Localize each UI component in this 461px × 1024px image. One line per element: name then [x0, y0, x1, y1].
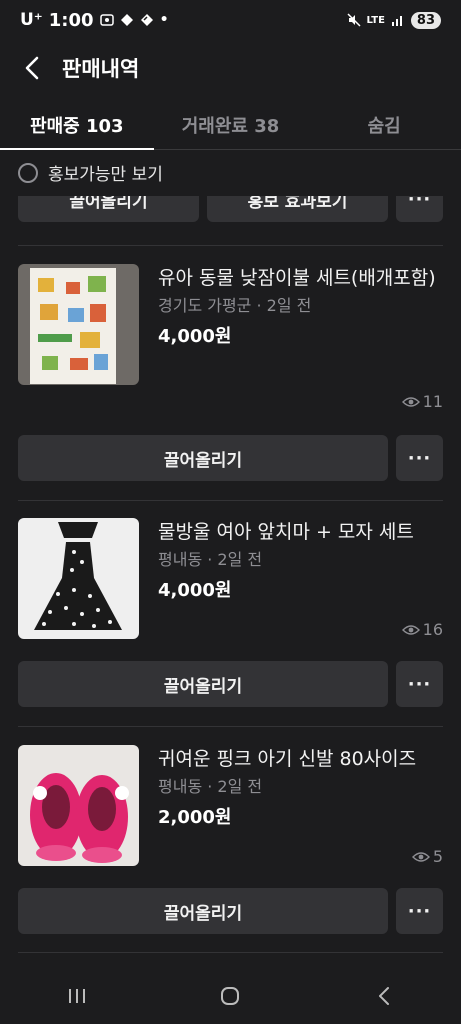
- previous-item-actions: 끌어올리기 홍보 효과보기 ···: [18, 196, 443, 222]
- bump-button[interactable]: 끌어올리기: [18, 435, 388, 481]
- item-actions: 끌어올리기 ···: [18, 661, 443, 707]
- item-title[interactable]: 유아 동물 낮잠이불 세트(배개포함): [158, 264, 443, 292]
- eye-icon: [401, 396, 420, 407]
- item-info: 귀여운 핑크 아기 신발 80사이즈 평내동 · 2일 전 2,000원: [158, 745, 443, 829]
- item-price: 4,000원: [158, 326, 232, 347]
- item-price: 4,000원: [158, 580, 232, 601]
- chevron-left-icon: [25, 56, 39, 80]
- diamond-outline-icon: [140, 14, 153, 26]
- view-count: 16: [401, 620, 443, 639]
- carrier-label: U⁺: [20, 10, 43, 30]
- bump-button[interactable]: 끌어올리기: [18, 661, 388, 707]
- item-info: 물방울 여아 앞치마 + 모자 세트 평내동 · 2일 전 4,000원: [158, 518, 443, 602]
- shoes-photo: [18, 745, 139, 866]
- view-count-value: 5: [432, 847, 443, 866]
- dot-icon: •: [159, 12, 169, 28]
- bump-button[interactable]: 끌어올리기: [18, 888, 388, 934]
- filter-radio[interactable]: [18, 162, 38, 183]
- item-title[interactable]: 귀여운 핑크 아기 신발 80사이즈: [158, 745, 443, 773]
- item-meta: 평내동 · 2일 전: [158, 550, 263, 569]
- item-meta: 경기도 가평군 · 2일 전: [158, 296, 312, 315]
- screenshot-icon: [99, 14, 114, 26]
- product-image[interactable]: [18, 518, 139, 639]
- sales-list[interactable]: 끌어올리기 홍보 효과보기 ··· 유아 동물 낮잠이불 세트(배개포함) 경기…: [0, 196, 461, 954]
- page-title: 판매내역: [62, 57, 140, 81]
- divider: [18, 952, 443, 953]
- more-button[interactable]: ···: [396, 888, 443, 934]
- back-button[interactable]: [16, 52, 48, 84]
- system-nav-bar: [0, 968, 461, 1024]
- list-item[interactable]: 귀여운 핑크 아기 신발 80사이즈 평내동 · 2일 전 2,000원 5: [18, 745, 443, 885]
- item-price: 2,000원: [158, 807, 232, 828]
- tab-selling[interactable]: 판매중 103: [0, 100, 154, 150]
- product-image[interactable]: [18, 264, 139, 385]
- bump-button[interactable]: 끌어올리기: [18, 196, 199, 222]
- divider: [18, 726, 443, 727]
- mute-icon: [347, 13, 361, 27]
- view-count-value: 16: [422, 620, 443, 639]
- view-count-value: 11: [422, 392, 443, 411]
- item-title[interactable]: 물방울 여아 앞치마 + 모자 세트: [158, 518, 443, 546]
- diamond-icon: [120, 14, 133, 26]
- list-item[interactable]: 물방울 여아 앞치마 + 모자 세트 평내동 · 2일 전 4,000원 16: [18, 518, 443, 658]
- more-button[interactable]: ···: [396, 435, 443, 481]
- view-count: 11: [401, 392, 443, 411]
- item-actions: 끌어올리기 ···: [18, 888, 443, 934]
- tab-bar: 판매중 103 거래완료 38 숨김: [0, 100, 461, 150]
- network-label: LTE: [366, 14, 385, 26]
- filter-label: 홍보가능만 보기: [48, 165, 163, 185]
- battery-indicator: 83: [410, 11, 441, 29]
- divider: [18, 245, 443, 246]
- item-info: 유아 동물 낮잠이불 세트(배개포함) 경기도 가평군 · 2일 전 4,000…: [158, 264, 443, 348]
- product-image[interactable]: [18, 745, 139, 866]
- status-right: LTE 83: [347, 11, 441, 29]
- more-button[interactable]: ···: [396, 196, 443, 222]
- signal-icon: [391, 16, 402, 26]
- status-time: 1:00: [48, 9, 94, 31]
- item-actions: 끌어올리기 ···: [18, 435, 443, 481]
- back-icon: [379, 987, 390, 1005]
- list-item[interactable]: 유아 동물 낮잠이불 세트(배개포함) 경기도 가평군 · 2일 전 4,000…: [18, 264, 443, 411]
- promotable-filter[interactable]: 홍보가능만 보기: [18, 160, 163, 185]
- system-back-button[interactable]: [354, 976, 414, 1016]
- app-header: 판매내역: [0, 40, 461, 96]
- blanket-photo: [18, 264, 139, 385]
- recent-apps-icon: [68, 989, 85, 1003]
- status-left: U⁺ 1:00 •: [20, 10, 169, 31]
- more-button[interactable]: ···: [396, 661, 443, 707]
- status-bar: U⁺ 1:00 • LTE 83: [0, 0, 461, 40]
- tab-hidden[interactable]: 숨김: [307, 100, 461, 149]
- view-count: 5: [411, 847, 443, 866]
- home-button[interactable]: [200, 976, 260, 1016]
- home-icon: [221, 987, 240, 1005]
- divider: [18, 500, 443, 501]
- eye-icon: [411, 851, 430, 862]
- item-meta: 평내동 · 2일 전: [158, 777, 263, 796]
- eye-icon: [401, 624, 420, 635]
- apron-photo: [18, 518, 139, 639]
- recent-apps-button[interactable]: [47, 976, 107, 1016]
- promote-button[interactable]: 홍보 효과보기: [207, 196, 388, 222]
- tab-completed[interactable]: 거래완료 38: [154, 100, 308, 149]
